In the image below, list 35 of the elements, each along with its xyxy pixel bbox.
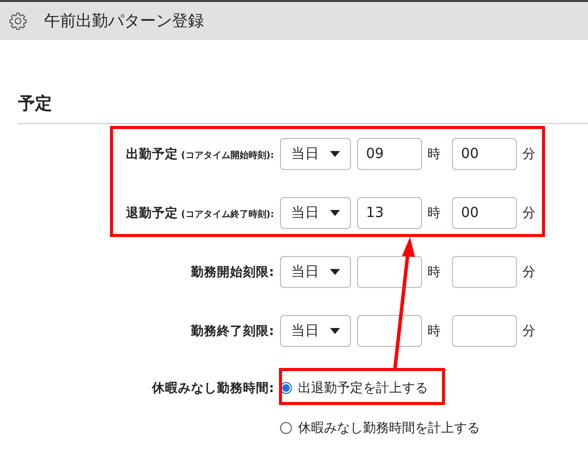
unit-label: 時: [426, 146, 442, 163]
minute-field[interactable]: 00: [452, 197, 517, 229]
day-dropdown[interactable]: 当日: [280, 256, 351, 288]
unit-label: 分: [522, 146, 536, 163]
window-title: 午前出勤パターン登録: [44, 10, 204, 32]
minute-field[interactable]: [452, 315, 517, 347]
radio-option[interactable]: 休暇みなし勤務時間を計上する: [280, 419, 480, 437]
caret-icon: [330, 210, 340, 216]
radio-button[interactable]: [280, 422, 292, 434]
unit-label: 分: [522, 205, 536, 222]
hour-field[interactable]: 13: [357, 197, 422, 229]
unit-label: 時: [426, 323, 442, 340]
radio-option[interactable]: 出退勤予定を計上する: [280, 379, 428, 397]
unit-label: 時: [426, 264, 442, 281]
hour-field[interactable]: [357, 256, 422, 288]
caret-icon: [330, 269, 340, 275]
field-label: 退勤予定 (コアタイム終了時刻):: [125, 204, 275, 222]
settings-icon[interactable]: [8, 11, 28, 31]
caret-icon: [330, 151, 340, 157]
unit-label: 分: [522, 323, 536, 340]
field-label: 休暇みなし勤務時間:: [150, 380, 275, 396]
field-label: 勤務開始刻限:: [190, 264, 275, 280]
day-dropdown[interactable]: 当日: [280, 315, 351, 347]
hour-field[interactable]: [357, 315, 422, 347]
hour-field[interactable]: 09: [357, 138, 422, 170]
minute-field[interactable]: 00: [452, 138, 517, 170]
day-dropdown[interactable]: 当日: [280, 197, 351, 229]
minute-field[interactable]: [452, 256, 517, 288]
caret-icon: [330, 328, 340, 334]
unit-label: 時: [426, 205, 442, 222]
field-label: 出勤予定 (コアタイム開始時刻):: [125, 146, 275, 162]
unit-label: 分: [522, 264, 536, 281]
field-label: 勤務終了刻限:: [190, 322, 275, 340]
section-heading: 予定: [18, 92, 588, 124]
day-dropdown[interactable]: 当日: [280, 138, 351, 170]
